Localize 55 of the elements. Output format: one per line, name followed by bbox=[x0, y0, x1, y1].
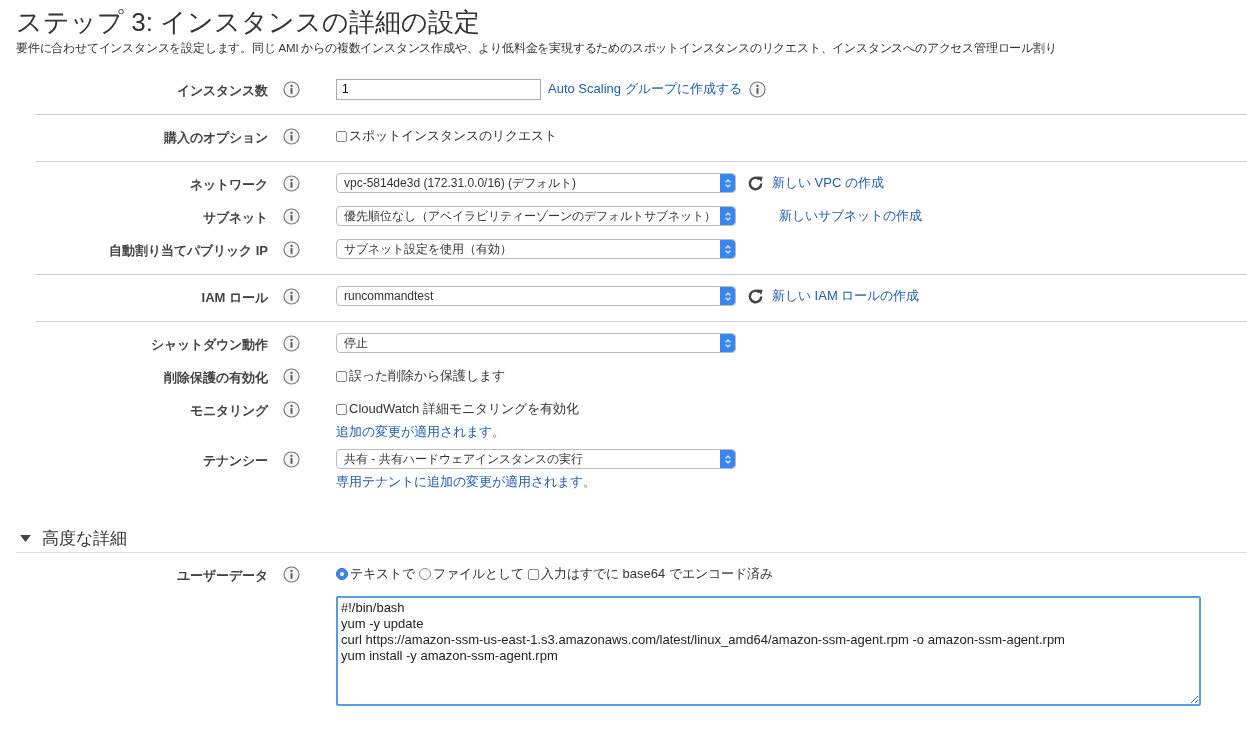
info-icon[interactable] bbox=[283, 566, 300, 583]
field-label: 自動割り当てパブリック IP bbox=[109, 243, 268, 258]
field-label: 購入のオプション bbox=[164, 130, 268, 145]
dropdown[interactable]: 共有 - 共有ハードウェアインスタンスの実行 bbox=[336, 449, 736, 469]
checkbox-label: 誤った削除から保護します bbox=[349, 367, 505, 385]
info-icon[interactable] bbox=[283, 451, 300, 468]
checkbox[interactable] bbox=[336, 130, 347, 142]
link[interactable]: 新しいサブネットの作成 bbox=[779, 207, 922, 225]
info-icon[interactable] bbox=[283, 335, 300, 352]
field-label: シャットダウン動作 bbox=[151, 337, 268, 352]
checkbox[interactable] bbox=[336, 370, 347, 382]
dropdown[interactable]: vpc-5814de3d (172.31.0.0/16) (デフォルト) bbox=[336, 173, 736, 193]
refresh-icon[interactable] bbox=[746, 286, 765, 306]
info-icon[interactable] bbox=[748, 80, 766, 98]
note-link[interactable]: 専用テナントに追加の変更が適用されます。 bbox=[336, 473, 736, 491]
info-icon[interactable] bbox=[283, 208, 300, 225]
info-icon[interactable] bbox=[283, 401, 300, 418]
refresh-icon[interactable] bbox=[746, 173, 765, 193]
field-label: モニタリング bbox=[190, 403, 268, 418]
checkbox-label: 入力はすでに base64 でエンコード済み bbox=[541, 565, 773, 583]
info-icon[interactable] bbox=[283, 81, 300, 98]
field-label: 削除保護の有効化 bbox=[164, 370, 268, 385]
note-link[interactable]: 追加の変更が適用されます。 bbox=[336, 423, 583, 441]
dropdown[interactable]: runcommandtest bbox=[336, 286, 736, 306]
info-icon[interactable] bbox=[283, 288, 300, 305]
option-label: ファイルとして bbox=[433, 565, 524, 583]
radio-button[interactable] bbox=[336, 568, 348, 580]
checkbox[interactable] bbox=[336, 403, 347, 415]
radio-button[interactable] bbox=[419, 568, 431, 580]
dropdown[interactable]: 優先順位なし（アベイラビリティーゾーンのデフォルトサブネット） bbox=[336, 206, 736, 226]
link[interactable]: 新しい IAM ロールの作成 bbox=[772, 287, 920, 305]
field-label: インスタンス数 bbox=[177, 83, 268, 98]
checkbox-label: CloudWatch 詳細モニタリングを有効化 bbox=[349, 400, 579, 418]
text-input[interactable]: 1 bbox=[336, 78, 541, 100]
info-icon[interactable] bbox=[283, 128, 300, 145]
option-label: テキストで bbox=[350, 565, 415, 583]
expand-toggle[interactable] bbox=[20, 534, 31, 543]
info-icon[interactable] bbox=[283, 241, 300, 258]
page-description: 要件に合わせてインスタンスを設定します。同じ AMI からの複数インスタンス作成や、より低料金を実現するためのスポットインスタンスのリクエスト、インスタンスへのアクセス管理ロール割り bbox=[16, 41, 1058, 56]
field-label: ネットワーク bbox=[190, 177, 268, 192]
page-title: ステップ 3: インスタンスの詳細の設定 bbox=[16, 6, 482, 39]
section-heading: 高度な詳細 bbox=[42, 528, 127, 550]
link[interactable]: 新しい VPC の作成 bbox=[772, 174, 884, 192]
checkbox-label: スポットインスタンスのリクエスト bbox=[349, 127, 557, 145]
field-label: サブネット bbox=[203, 210, 268, 225]
info-icon[interactable] bbox=[283, 175, 300, 192]
info-icon[interactable] bbox=[283, 368, 300, 385]
checkbox[interactable] bbox=[528, 568, 539, 580]
dropdown[interactable]: 停止 bbox=[336, 333, 736, 353]
dropdown[interactable]: サブネット設定を使用（有効） bbox=[336, 239, 736, 259]
link[interactable]: Auto Scaling グループに作成する bbox=[548, 80, 742, 98]
user-data-textarea[interactable]: #!/bin/bash yum -y update curl https://amazon-ssm-us-east-1.s3.amazonaws.com/latest/linux_amd64/amazon-ssm-agent.rpm -o amazon-ssm-agent.rpm yum install -y amazon-ssm-agent.rpm bbox=[336, 596, 1201, 706]
field-label: ユーザーデータ bbox=[177, 568, 268, 583]
field-label: IAM ロール bbox=[201, 290, 268, 305]
field-label: テナンシー bbox=[203, 453, 268, 468]
